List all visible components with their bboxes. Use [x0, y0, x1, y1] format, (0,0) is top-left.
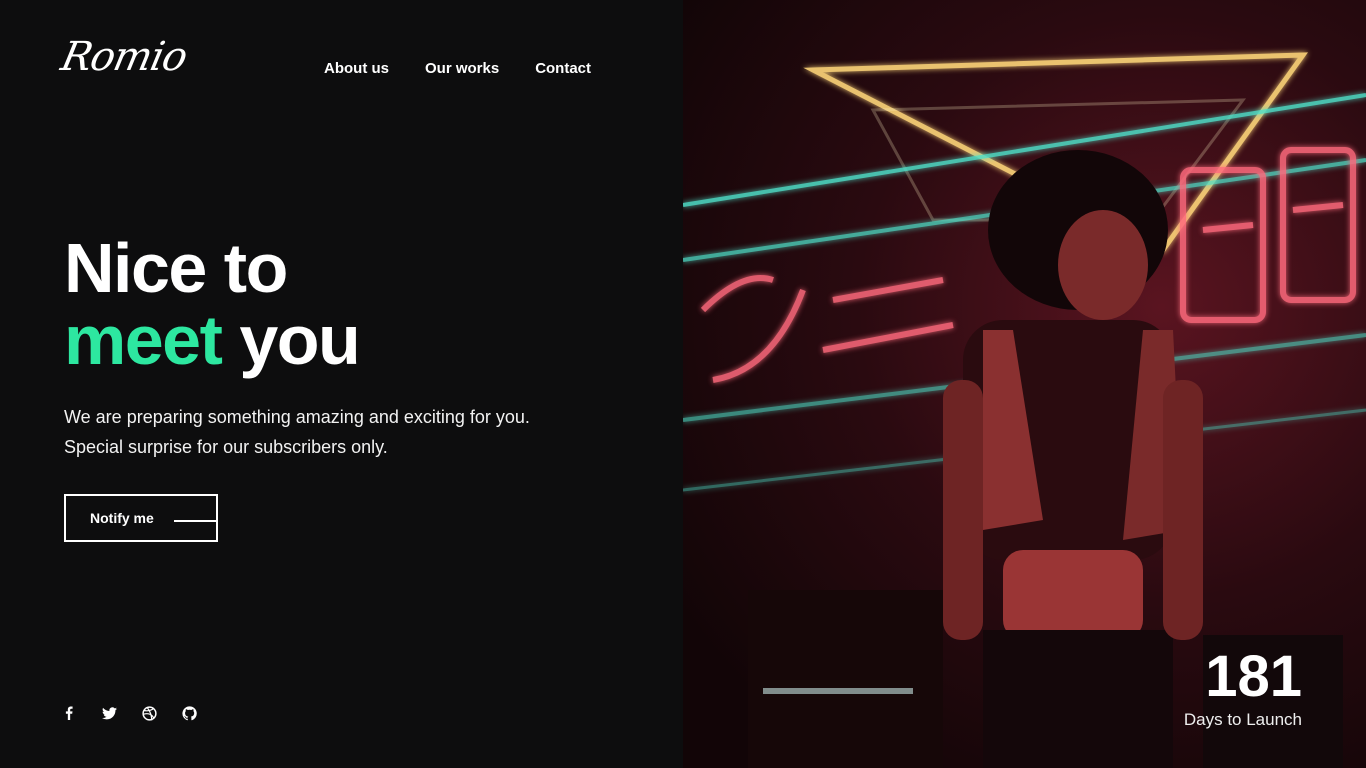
- nav-contact[interactable]: Contact: [535, 60, 591, 77]
- title-line-1: Nice to: [64, 229, 288, 307]
- dribbble-icon[interactable]: [140, 704, 158, 722]
- facebook-icon[interactable]: [60, 704, 78, 722]
- hero-subtext: We are preparing something amazing and e…: [64, 407, 530, 457]
- countdown-value: 181: [1205, 644, 1302, 709]
- notify-me-button[interactable]: Notify me: [64, 494, 218, 542]
- title-accent: meet: [64, 301, 223, 379]
- twitter-icon[interactable]: [100, 704, 118, 722]
- logo[interactable]: Romio: [57, 34, 191, 80]
- launch-countdown: 181 Days to Launch: [1184, 644, 1302, 730]
- page-title: Nice to meet you: [64, 229, 361, 379]
- notify-me-label: Notify me: [90, 510, 154, 526]
- countdown-label: Days to Launch: [1183, 710, 1302, 729]
- hero-image: 181 Days to Launch: [683, 0, 1366, 768]
- main-nav: About us Our works Contact: [324, 60, 591, 77]
- title-line-2: you: [221, 301, 360, 379]
- social-links: [60, 704, 198, 722]
- left-panel: Romio About us Our works Contact Nice to…: [0, 0, 683, 768]
- github-icon[interactable]: [180, 704, 198, 722]
- nav-our-works[interactable]: Our works: [425, 60, 499, 77]
- arrow-line-icon: [174, 520, 216, 522]
- nav-about-us[interactable]: About us: [324, 60, 389, 77]
